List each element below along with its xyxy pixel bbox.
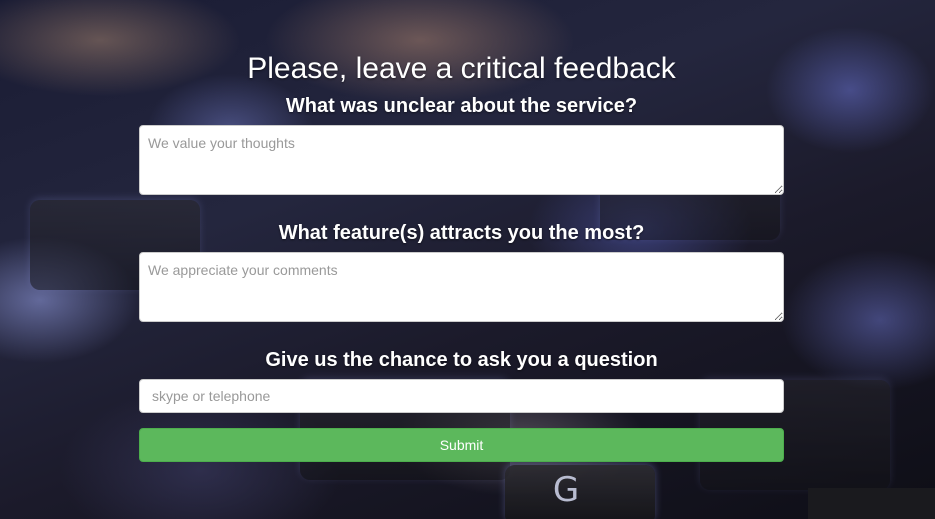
feedback-form: Please, leave a critical feedback What w… bbox=[139, 52, 784, 462]
question-unclear-label: What was unclear about the service? bbox=[285, 95, 638, 117]
corner-overlay bbox=[808, 488, 935, 519]
contact-input[interactable] bbox=[139, 379, 784, 413]
page-title: Please, leave a critical feedback bbox=[247, 52, 676, 85]
favorite-features-textarea[interactable] bbox=[139, 252, 784, 322]
unclear-service-textarea[interactable] bbox=[139, 125, 784, 195]
question-contact-label: Give us the chance to ask you a question bbox=[265, 349, 658, 371]
question-features-label: What feature(s) attracts you the most? bbox=[278, 222, 645, 244]
g-key-icon: G bbox=[552, 470, 580, 510]
submit-button[interactable]: Submit bbox=[139, 428, 784, 462]
